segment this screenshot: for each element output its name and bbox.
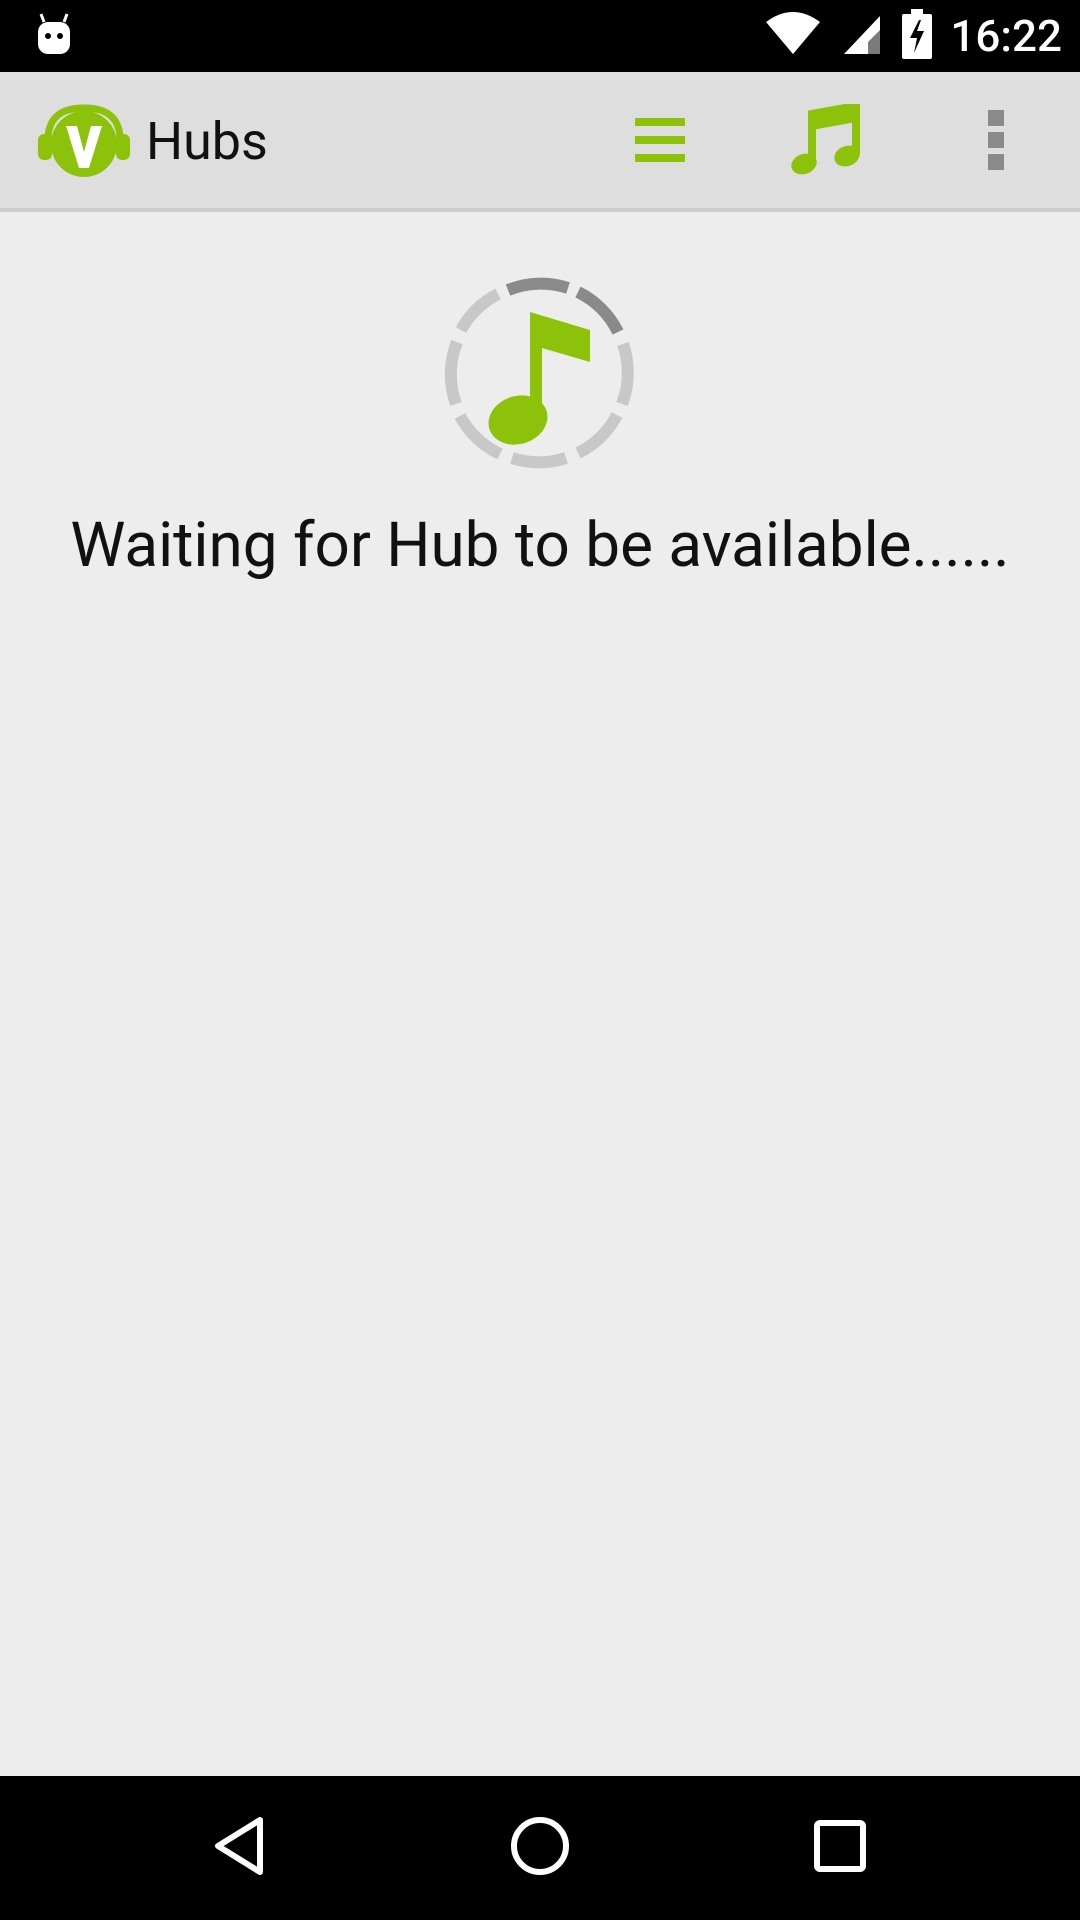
battery-charging-icon <box>902 9 933 63</box>
wifi-icon <box>764 10 822 62</box>
app-bar: Hubs <box>0 72 1080 212</box>
recents-icon <box>812 1818 868 1878</box>
app-logo-icon[interactable] <box>34 102 134 182</box>
status-bar: 16:22 <box>0 0 1080 72</box>
back-icon <box>210 1814 270 1882</box>
more-vertical-icon <box>986 108 1006 176</box>
cell-signal-icon <box>840 10 884 62</box>
status-time: 16:22 <box>950 10 1062 62</box>
music-button[interactable] <box>775 92 875 192</box>
recents-button[interactable] <box>790 1798 890 1898</box>
main-content: Waiting for Hub to be available...... <box>0 216 1080 1775</box>
music-note-icon <box>790 101 860 180</box>
overflow-menu-button[interactable] <box>946 92 1046 192</box>
app-title: Hubs <box>146 111 268 172</box>
home-button[interactable] <box>490 1798 590 1898</box>
list-icon <box>633 114 687 170</box>
home-icon <box>508 1814 572 1882</box>
navigation-bar <box>0 1776 1080 1920</box>
list-button[interactable] <box>610 92 710 192</box>
back-button[interactable] <box>190 1798 290 1898</box>
status-message: Waiting for Hub to be available...... <box>70 509 1010 582</box>
music-note-spinner-icon <box>440 272 640 472</box>
android-notification-icon <box>30 12 78 60</box>
